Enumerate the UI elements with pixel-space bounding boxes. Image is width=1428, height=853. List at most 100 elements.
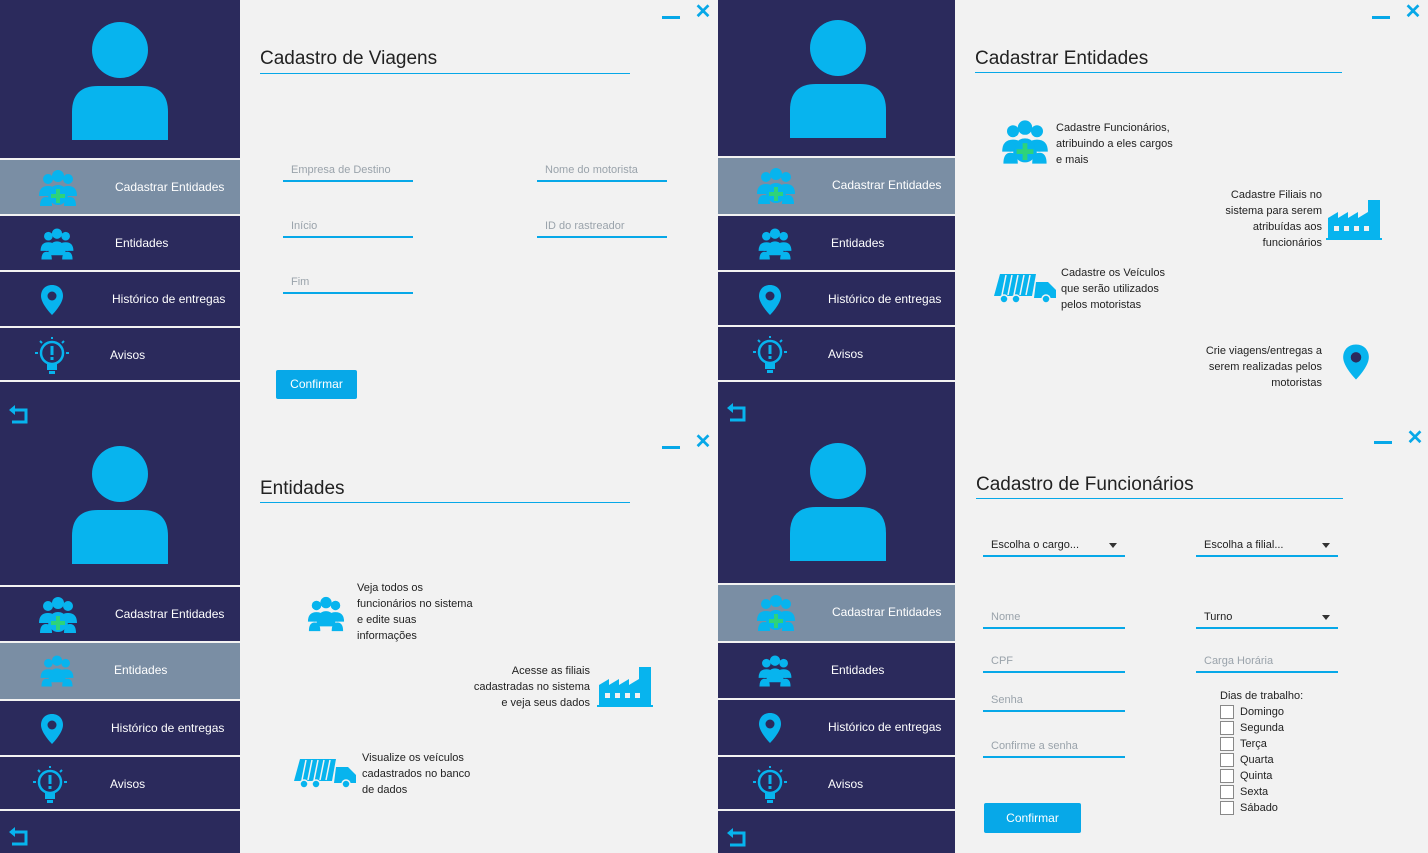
sidebar-item-cadastrar[interactable]: Cadastrar Entidades (718, 156, 955, 214)
panel-entidades: Cadastrar Entidades Entidades Histórico … (0, 430, 718, 853)
title-underline (260, 73, 630, 74)
sidebar-item-label: Histórico de entregas (112, 292, 226, 306)
minimize-icon[interactable] (1374, 441, 1392, 444)
turno-select-value: Turno (1204, 611, 1233, 623)
back-arrow-icon[interactable] (726, 827, 748, 849)
back-arrow-icon[interactable] (8, 826, 30, 848)
day-checkbox-quinta[interactable]: Quinta (1220, 769, 1272, 783)
add-group-icon[interactable] (998, 118, 1052, 166)
senha-field[interactable] (983, 690, 1125, 712)
checkbox[interactable] (1220, 753, 1234, 767)
day-checkbox-sabado[interactable]: Sábado (1220, 801, 1278, 815)
minimize-icon[interactable] (662, 16, 680, 19)
day-label: Sexta (1240, 786, 1269, 798)
alert-bulb-icon (750, 765, 790, 805)
sidebar-item-avisos[interactable]: Avisos (0, 755, 240, 811)
confirm-button[interactable]: Confirmar (276, 370, 357, 399)
sidebar-item-historico[interactable]: Histórico de entregas (718, 698, 955, 755)
alert-bulb-icon (750, 335, 790, 375)
close-icon[interactable]: ✕ (694, 432, 712, 452)
sidebar-item-historico[interactable]: Histórico de entregas (0, 270, 240, 326)
checkbox[interactable] (1220, 705, 1234, 719)
sidebar-item-cadastrar[interactable]: Cadastrar Entidades (718, 583, 955, 641)
minimize-icon[interactable] (662, 446, 680, 449)
user-avatar-icon (70, 444, 170, 564)
sidebar-item-cadastrar[interactable]: Cadastrar Entidades (0, 585, 240, 641)
nome-motorista-field[interactable] (537, 160, 667, 182)
confirme-senha-field[interactable] (983, 736, 1125, 758)
sidebar-item-avisos[interactable]: Avisos (718, 325, 955, 382)
cargo-select-value: Escolha o cargo... (991, 539, 1080, 551)
filial-select[interactable]: Escolha a filial... (1196, 535, 1338, 557)
desc-line: Cadastre os Veículos (1061, 267, 1165, 279)
desc-line: Veja todos os (357, 582, 424, 594)
checkbox[interactable] (1220, 769, 1234, 783)
fim-field[interactable] (283, 272, 413, 294)
sidebar: Cadastrar Entidades Entidades Histórico … (0, 0, 240, 430)
close-icon[interactable]: ✕ (1404, 2, 1422, 22)
filial-select-value: Escolha a filial... (1204, 539, 1284, 551)
day-checkbox-sexta[interactable]: Sexta (1220, 785, 1268, 799)
nome-field[interactable] (983, 607, 1125, 629)
truck-icon[interactable] (292, 757, 358, 789)
add-group-icon (754, 593, 798, 633)
checkbox[interactable] (1220, 801, 1234, 815)
close-icon[interactable]: ✕ (1406, 428, 1424, 448)
sidebar-item-entidades[interactable]: Entidades (718, 214, 955, 270)
sidebar-item-cadastrar[interactable]: Cadastrar Entidades (0, 158, 240, 214)
checkbox[interactable] (1220, 721, 1234, 735)
factory-icon[interactable] (597, 663, 653, 707)
carga-horaria-field[interactable] (1196, 651, 1338, 673)
checkbox[interactable] (1220, 737, 1234, 751)
sidebar-item-historico[interactable]: Histórico de entregas (718, 270, 955, 325)
sidebar-item-label: Cadastrar Entidades (832, 605, 942, 619)
sidebar-item-label: Avisos (828, 347, 864, 361)
checkbox[interactable] (1220, 785, 1234, 799)
desc-line: serem realizadas pelos (1208, 361, 1322, 373)
turno-select[interactable]: Turno (1196, 607, 1338, 629)
close-icon[interactable]: ✕ (694, 2, 712, 22)
cargo-select[interactable]: Escolha o cargo... (983, 535, 1125, 557)
sidebar-item-label: Histórico de entregas (828, 720, 942, 734)
day-checkbox-quarta[interactable]: Quarta (1220, 753, 1274, 767)
sidebar-item-entidades[interactable]: Entidades (0, 214, 240, 270)
desc-line: motoristas (1271, 377, 1322, 389)
location-pin-icon (758, 280, 782, 320)
day-checkbox-segunda[interactable]: Segunda (1220, 721, 1284, 735)
chevron-down-icon (1109, 543, 1117, 548)
day-checkbox-domingo[interactable]: Domingo (1220, 705, 1284, 719)
empresa-destino-field[interactable] (283, 160, 413, 182)
location-pin-icon (758, 708, 782, 748)
add-group-icon (36, 595, 80, 635)
sidebar-item-label: Avisos (110, 348, 146, 362)
title-underline (260, 502, 630, 503)
sidebar-item-label: Histórico de entregas (828, 292, 942, 306)
truck-icon[interactable] (992, 272, 1058, 304)
confirm-button[interactable]: Confirmar (984, 803, 1081, 833)
sidebar-item-avisos[interactable]: Avisos (718, 755, 955, 811)
cpf-field[interactable] (983, 651, 1125, 673)
user-avatar-icon (788, 441, 888, 561)
sidebar-item-avisos[interactable]: Avisos (0, 326, 240, 382)
group-icon (38, 224, 76, 264)
back-arrow-icon[interactable] (726, 402, 748, 424)
sidebar-item-label: Cadastrar Entidades (115, 607, 225, 621)
sidebar-item-entidades[interactable]: Entidades (0, 641, 240, 699)
back-arrow-icon[interactable] (8, 404, 30, 426)
sidebar-item-entidades[interactable]: Entidades (718, 641, 955, 698)
minimize-icon[interactable] (1372, 16, 1390, 19)
sidebar: Cadastrar Entidades Entidades Histórico … (718, 427, 955, 853)
location-pin-icon[interactable] (1342, 341, 1370, 383)
id-rastreador-field[interactable] (537, 216, 667, 238)
group-icon[interactable] (305, 595, 347, 633)
panel-cadastro-viagens: Cadastrar Entidades Entidades Histórico … (0, 0, 718, 430)
inicio-field[interactable] (283, 216, 413, 238)
user-avatar-icon (788, 18, 888, 138)
page-title: Cadastrar Entidades (975, 48, 1149, 69)
desc-line: informações (357, 630, 417, 642)
day-checkbox-terca[interactable]: Terça (1220, 737, 1267, 751)
chevron-down-icon (1322, 615, 1330, 620)
factory-icon[interactable] (1326, 196, 1382, 240)
title-underline (975, 72, 1342, 73)
sidebar-item-historico[interactable]: Histórico de entregas (0, 699, 240, 755)
